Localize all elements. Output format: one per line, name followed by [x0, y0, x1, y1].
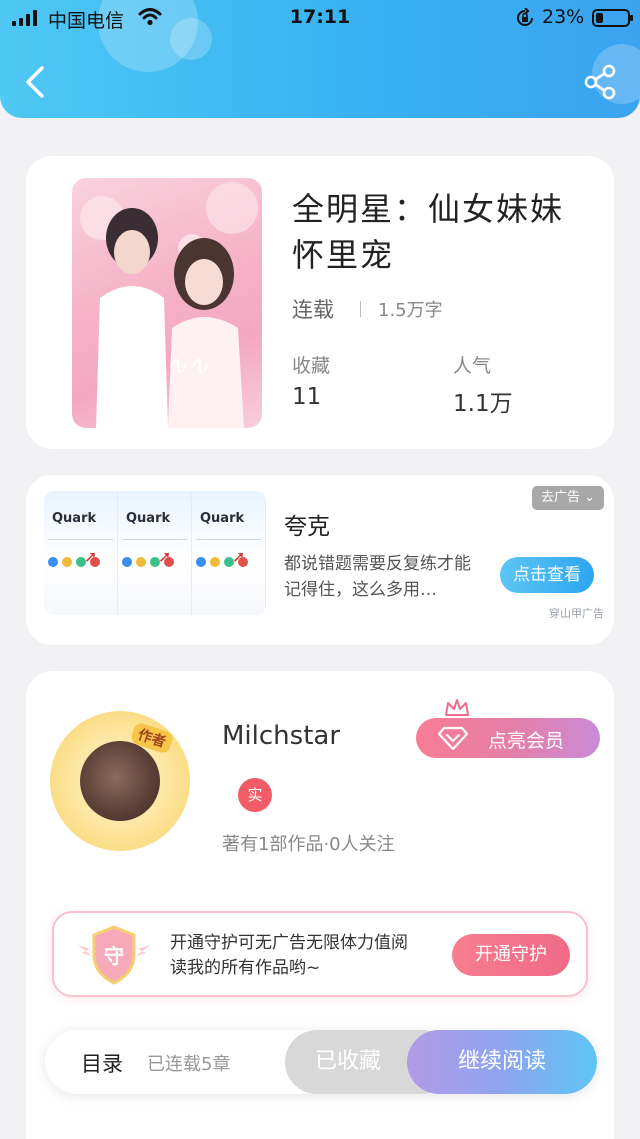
book-title: 全明星：仙女妹妹怀里宠 [292, 190, 565, 274]
chapter-count: 已连载5章 [147, 1054, 231, 1075]
ad-source: 穿山甲广告 [549, 607, 604, 620]
stat-label-favorites: 收藏 [292, 355, 331, 377]
chevron-down-icon: ⌄ [584, 490, 596, 505]
stat-value-favorites: 11 [292, 384, 322, 410]
stat-label-popularity: 人气 [453, 355, 492, 377]
ad-thumb-brand: Quark [200, 511, 245, 526]
continue-reading-button[interactable]: 继续阅读 [407, 1030, 597, 1094]
book-cover-art: ∿∿∿∿∿ ∿∿∿ [80, 182, 258, 428]
rotation-lock-icon [517, 8, 533, 26]
open-guardian-button[interactable]: 开通守护 [452, 934, 570, 976]
back-button[interactable] [18, 62, 54, 102]
verified-badge: 实 [238, 778, 272, 812]
vip-button-label: 点亮会员 [488, 730, 565, 752]
ad-thumb: Quark ➚ [44, 491, 118, 615]
ad-card[interactable]: Quark ➚ Quark ➚ Quark ➚ 夸克 都说错题需要反复练才能记得… [26, 475, 614, 645]
book-info-card: ∿∿∿∿∿ ∿∿∿ 全明星：仙女妹妹怀里宠 连载 1.5万字 收藏 11 人气 … [26, 156, 614, 449]
svg-text:∿∿∿∿∿: ∿∿∿∿∿ [100, 351, 209, 381]
activate-vip-button[interactable]: 点亮会员 [416, 718, 600, 758]
header: 中国电信 17:11 23% [0, 0, 640, 118]
ad-description: 都说错题需要反复练才能记得住，这么多用… [284, 554, 471, 600]
share-icon [584, 64, 616, 100]
ad-view-button[interactable]: 点击查看 [500, 557, 594, 593]
ad-thumb-brand: Quark [52, 511, 97, 526]
guard-badge: 守 [104, 944, 124, 968]
book-status: 连载 [292, 298, 334, 322]
svg-text:∿∿∿: ∿∿∿ [108, 381, 164, 406]
ad-thumb-brand: Quark [126, 511, 171, 526]
avatar[interactable]: 作者 [50, 711, 190, 851]
shield-icon: 守 [78, 925, 150, 985]
bottom-action-bar: 目录 已连载5章 已收藏 继续阅读 [45, 1030, 597, 1094]
chevron-left-icon [26, 66, 44, 98]
stat-value-popularity: 1.1万 [453, 391, 513, 417]
ad-thumb: Quark ➚ [118, 491, 192, 615]
guardian-promo-text: 开通守护可无广告无限体力值阅读我的所有作品哟~ [170, 933, 408, 978]
crown-icon [445, 699, 469, 716]
remove-ad-button[interactable]: 去广告 ⌄ [532, 486, 604, 510]
book-word-count: 1.5万字 [378, 300, 443, 321]
ad-title: 夸克 [284, 514, 330, 540]
remove-ad-label: 去广告 [540, 490, 580, 505]
author-name: Milchstar [222, 721, 341, 751]
ad-thumb: Quark ➚ [192, 491, 266, 615]
book-cover[interactable]: ∿∿∿∿∿ ∿∿∿ [72, 178, 262, 428]
author-meta: 著有1部作品·0人关注 [222, 834, 395, 855]
avatar-image [80, 741, 160, 821]
battery-percent: 23% [542, 6, 585, 28]
share-button[interactable] [580, 62, 620, 102]
guardian-promo: 守 开通守护可无广告无限体力值阅读我的所有作品哟~ 开通守护 [52, 911, 588, 997]
table-of-contents-button[interactable]: 目录 [81, 1048, 123, 1078]
divider [360, 301, 361, 317]
battery-level [596, 13, 603, 23]
ad-image[interactable]: Quark ➚ Quark ➚ Quark ➚ [44, 491, 266, 615]
battery-icon [592, 9, 633, 27]
diamond-icon [438, 726, 468, 750]
status-bar: 中国电信 17:11 23% [0, 0, 640, 36]
